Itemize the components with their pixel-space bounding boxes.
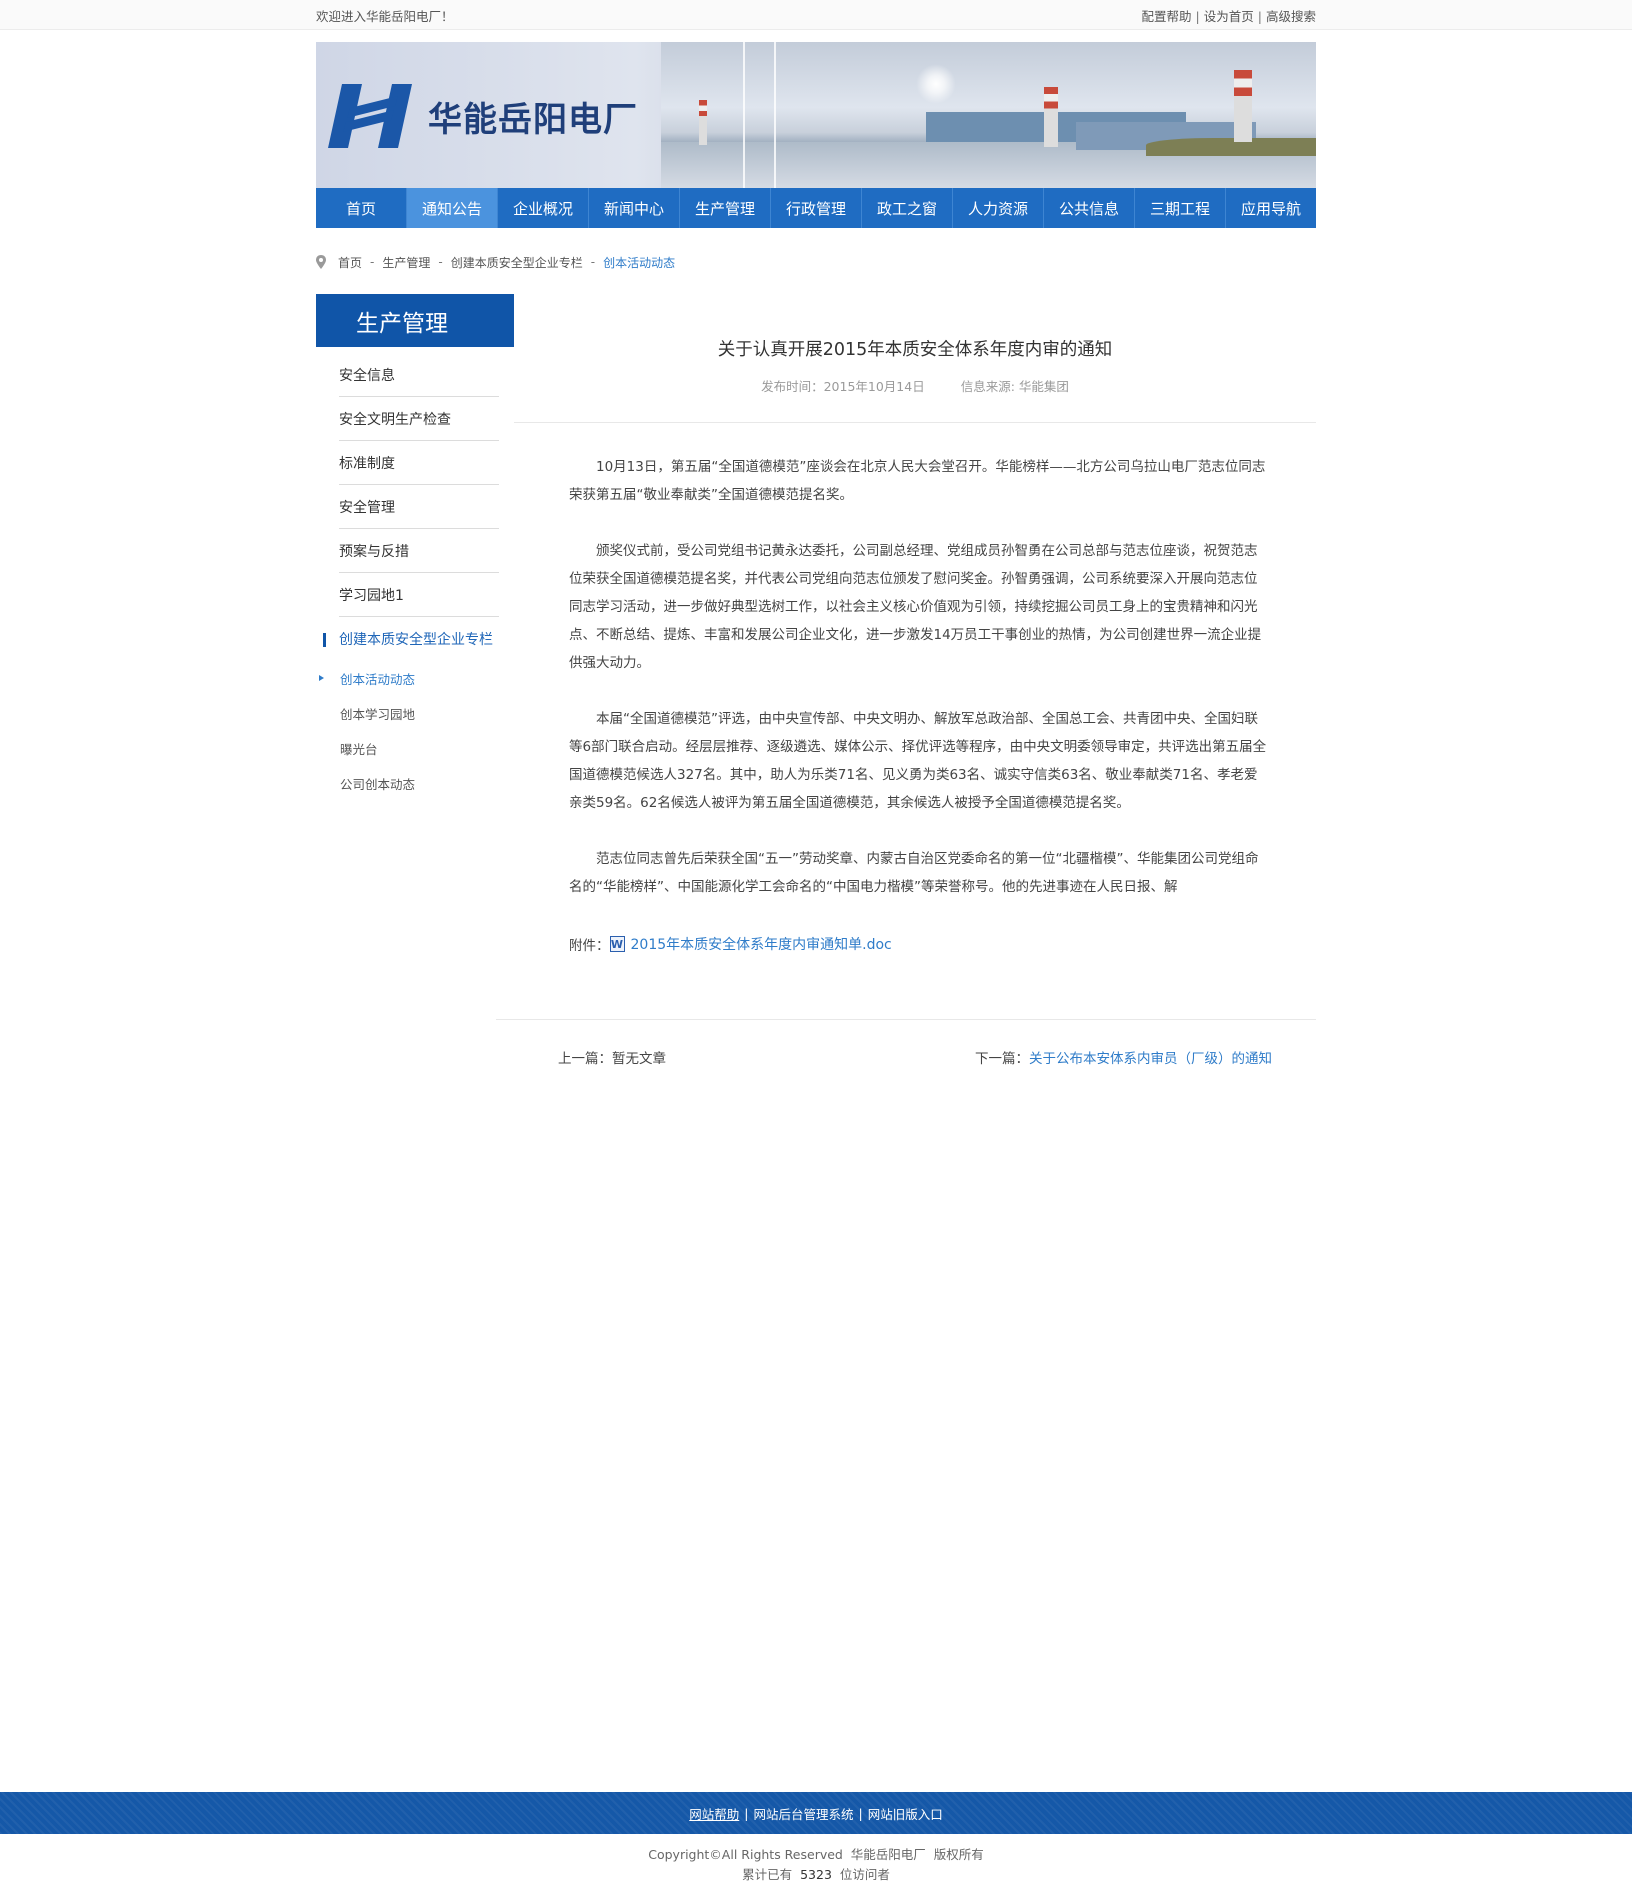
chimney-icon [699, 100, 707, 145]
copyright-text: Copyright©All Rights Reserved 华能岳阳电厂 版权所… [648, 1847, 984, 1862]
location-pin-icon [316, 255, 326, 269]
nav-administration[interactable]: 行政管理 [771, 188, 862, 228]
breadcrumb-safety-column[interactable]: 创建本质安全型企业专栏 [451, 254, 583, 271]
set-homepage-link[interactable]: 设为首页 [1204, 9, 1254, 24]
info-source: 信息来源: 华能集团 [960, 379, 1069, 394]
next-label: 下一篇： [975, 1051, 1029, 1067]
sidebar-subitem-activity-news[interactable]: 创本活动动态 [319, 661, 500, 696]
sidebar-item-learning-garden[interactable]: 学习园地1 [339, 573, 499, 617]
main-area: 生产管理 安全信息 安全文明生产检查 标准制度 安全管理 预案与反措 学习园地1… [316, 294, 1316, 1067]
sidebar-item-safety-column[interactable]: 创建本质安全型企业专栏 [323, 617, 499, 661]
breadcrumb: 首页 - 生产管理 - 创建本质安全型企业专栏 - 创本活动动态 [316, 254, 1316, 270]
nav-news-center[interactable]: 新闻中心 [589, 188, 680, 228]
main-nav: 首页 通知公告 企业概况 新闻中心 生产管理 行政管理 政工之窗 人力资源 公共… [316, 188, 1316, 228]
publish-time: 发布时间：2015年10月14日 [761, 379, 925, 394]
sidebar: 生产管理 安全信息 安全文明生产检查 标准制度 安全管理 预案与反措 学习园地1… [316, 294, 514, 1067]
next-article: 下一篇：关于公布本安体系内审员（厂级）的通知 [975, 1047, 1272, 1067]
top-links: 配置帮助 | 设为首页 | 高级搜索 [1141, 8, 1316, 24]
sidebar-menu: 安全信息 安全文明生产检查 标准制度 安全管理 预案与反措 学习园地1 创建本质… [323, 347, 499, 661]
admin-system-link[interactable]: 网站后台管理系统 [753, 1804, 853, 1823]
nav-production[interactable]: 生产管理 [680, 188, 771, 228]
breadcrumb-current[interactable]: 创本活动动态 [603, 254, 675, 271]
sidebar-submenu: 创本活动动态 创本学习园地 曝光台 公司创本动态 [319, 661, 500, 801]
article-body: 10月13日，第五届“全国道德模范”座谈会在北京人民大会堂召开。华能榜样——北方… [569, 453, 1269, 901]
chimney-icon [1234, 70, 1252, 142]
prev-next-nav: 上一篇：暂无文章 下一篇：关于公布本安体系内审员（厂级）的通知 [496, 1019, 1316, 1067]
breadcrumb-production[interactable]: 生产管理 [382, 254, 430, 271]
advanced-search-link[interactable]: 高级搜索 [1266, 9, 1316, 24]
chimney-icon [1044, 87, 1058, 147]
nav-app-navigation[interactable]: 应用导航 [1226, 188, 1316, 228]
prev-title: 暂无文章 [612, 1051, 666, 1067]
sidebar-item-safety-info[interactable]: 安全信息 [339, 347, 499, 397]
word-doc-icon: W [609, 936, 625, 952]
attachment-label: 附件： [569, 938, 610, 954]
prev-article: 上一篇：暂无文章 [558, 1047, 666, 1067]
logo-text: 华能岳阳电厂 [428, 99, 638, 140]
breadcrumb-home[interactable]: 首页 [338, 254, 362, 271]
article-paragraph: 本届“全国道德模范”评选，由中央宣传部、中央文明办、解放军总政治部、全国总工会、… [569, 711, 1267, 811]
old-version-link[interactable]: 网站旧版入口 [868, 1804, 943, 1823]
sidebar-item-contingency[interactable]: 预案与反措 [339, 529, 499, 573]
site-help-link[interactable]: 网站帮助 [689, 1804, 739, 1823]
nav-company-overview[interactable]: 企业概况 [498, 188, 589, 228]
article-paragraph: 10月13日，第五届“全国道德模范”座谈会在北京人民大会堂召开。华能榜样——北方… [569, 459, 1266, 503]
article-paragraph: 范志位同志曾先后荣获全国“五一”劳动奖章、内蒙古自治区党委命名的第一位“北疆楷模… [569, 851, 1259, 895]
next-article-link[interactable]: 关于公布本安体系内审员（厂级）的通知 [1029, 1051, 1272, 1067]
sidebar-item-standards[interactable]: 标准制度 [339, 441, 499, 485]
sidebar-item-civilized-inspection[interactable]: 安全文明生产检查 [339, 397, 499, 441]
sidebar-subitem-study-garden[interactable]: 创本学习园地 [340, 696, 500, 731]
attachment: 附件： W 2015年本质安全体系年度内审通知单.doc [569, 934, 1316, 954]
huaneng-logo-icon [328, 84, 412, 148]
nav-political-window[interactable]: 政工之窗 [862, 188, 953, 228]
sidebar-subitem-company-news[interactable]: 公司创本动态 [340, 766, 500, 801]
article-title: 关于认真开展2015年本质安全体系年度内审的通知 [717, 340, 1113, 360]
visitor-suffix: 位访问者 [839, 1867, 890, 1882]
config-help-link[interactable]: 配置帮助 [1142, 9, 1192, 24]
nav-notices[interactable]: 通知公告 [407, 188, 498, 228]
sidebar-title: 生产管理 [316, 294, 514, 347]
sidebar-item-safety-management[interactable]: 安全管理 [339, 485, 499, 529]
attachment-link[interactable]: 2015年本质安全体系年度内审通知单.doc [631, 934, 892, 954]
article: 关于认真开展2015年本质安全体系年度内审的通知 发布时间：2015年10月14… [496, 294, 1316, 1067]
nav-phase-three[interactable]: 三期工程 [1135, 188, 1226, 228]
visitor-prefix: 累计已有 [742, 1867, 793, 1882]
prev-label: 上一篇： [558, 1051, 612, 1067]
nav-human-resources[interactable]: 人力资源 [953, 188, 1044, 228]
site-logo[interactable]: 华能岳阳电厂 [328, 82, 638, 150]
top-bar: 欢迎进入华能岳阳电厂！ 配置帮助 | 设为首页 | 高级搜索 [0, 0, 1632, 30]
divider [514, 422, 1316, 423]
article-paragraph: 颁奖仪式前，受公司党组书记黄永达委托，公司副总经理、党组成员孙智勇在公司总部与范… [569, 543, 1262, 671]
nav-home[interactable]: 首页 [316, 188, 407, 228]
visitor-counter: 累计已有 5323 位访问者 [0, 1865, 1632, 1885]
nav-public-info[interactable]: 公共信息 [1044, 188, 1135, 228]
visitor-count: 5323 [800, 1867, 832, 1882]
sidebar-subitem-exposure[interactable]: 曝光台 [340, 731, 500, 766]
article-meta: 发布时间：2015年10月14日 信息来源: 华能集团 [514, 376, 1316, 395]
header-banner: 华能岳阳电厂 [316, 42, 1316, 188]
footer-links-bar: 网站帮助 | 网站后台管理系统 | 网站旧版入口 [0, 1792, 1632, 1834]
copyright-block: Copyright©All Rights Reserved 华能岳阳电厂 版权所… [0, 1845, 1632, 1885]
welcome-text: 欢迎进入华能岳阳电厂！ [316, 8, 454, 24]
